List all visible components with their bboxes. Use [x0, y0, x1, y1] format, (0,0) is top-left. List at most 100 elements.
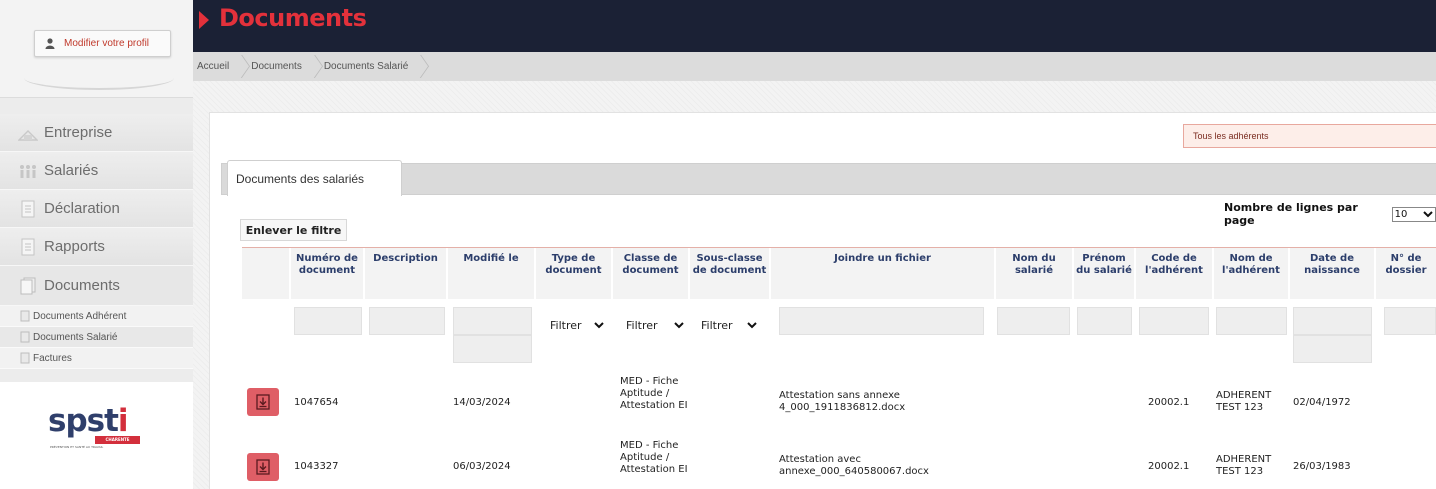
- cell-naissance: 02/04/1972: [1293, 397, 1351, 408]
- document-icon: [20, 352, 30, 364]
- page: Modifier votre profil Entreprise Salarié…: [0, 0, 1436, 489]
- column-header-type[interactable]: Type de document: [536, 253, 611, 277]
- rows-per-page-select[interactable]: 10: [1391, 206, 1436, 222]
- cell-nom-adherent: ADHERENT TEST 123: [1216, 454, 1272, 477]
- download-icon[interactable]: [247, 388, 279, 416]
- sidebar-item-entreprise[interactable]: Entreprise: [0, 114, 193, 152]
- filter-input-prenom-salarie[interactable]: [1077, 307, 1132, 335]
- column-header-numero[interactable]: Numéro de document: [291, 253, 363, 277]
- table-header: Numéro de document Description Modifié l…: [242, 247, 1436, 300]
- filter-input-modifie-from[interactable]: [453, 307, 532, 335]
- breadcrumb: Accueil Documents Documents Salarié: [193, 52, 1436, 81]
- people-icon: [20, 164, 36, 178]
- filter-input-naissance-to[interactable]: [1293, 335, 1372, 363]
- sidebar-subitem-factures[interactable]: Factures: [0, 348, 193, 369]
- document-icon: [20, 310, 30, 322]
- column-header-fichier[interactable]: Joindre un fichier: [771, 253, 994, 265]
- rows-per-page-value: 10: [1394, 208, 1408, 220]
- cell-modifie: 06/03/2024: [453, 461, 511, 472]
- filter-input-fichier[interactable]: [779, 307, 984, 335]
- column-header-prenom-salarie[interactable]: Prénom du salarié: [1074, 253, 1134, 277]
- profile-area: Modifier votre profil: [0, 0, 193, 98]
- breadcrumb-item-documents[interactable]: Documents: [245, 61, 308, 72]
- logo-tagline: PRÉVENTION ET SANTÉ AU TRAVAIL: [50, 445, 104, 449]
- cell-numero: 1043327: [294, 461, 339, 472]
- filter-select-classe[interactable]: Filtrer: [620, 311, 687, 339]
- filter-input-description[interactable]: [369, 307, 445, 335]
- edit-profile-button[interactable]: Modifier votre profil: [34, 30, 171, 57]
- filter-select-value: Filtrer: [550, 318, 582, 332]
- logo-subtitle: CHARENTE: [95, 436, 140, 444]
- rows-per-page-control: Nombre de lignes par page 10: [1224, 201, 1436, 227]
- breadcrumb-separator: [414, 52, 424, 81]
- sidebar-item-rapports[interactable]: Rapports: [0, 228, 193, 266]
- filter-input-code-adherent[interactable]: [1139, 307, 1209, 335]
- sidebar-item-label: Déclaration: [44, 200, 120, 217]
- sidebar-item-label: Entreprise: [44, 124, 113, 141]
- column-header-dossier[interactable]: N° de dossier: [1376, 253, 1436, 277]
- cell-fichier[interactable]: Attestation avec annexe_000_640580067.do…: [779, 454, 959, 478]
- cell-code-adherent: 20002.1: [1148, 397, 1190, 408]
- page-title: Documents: [219, 4, 367, 32]
- cell-fichier[interactable]: Attestation sans annexe 4_000_1911836812…: [779, 390, 959, 414]
- column-header-naissance[interactable]: Date de naissance: [1290, 253, 1374, 277]
- cell-classe: MED - Fiche Aptitude / Attestation EI: [620, 440, 688, 475]
- filter-input-nom-salarie[interactable]: [997, 307, 1070, 335]
- filter-select-value: Filtrer: [626, 318, 658, 332]
- documents-icon: [20, 277, 36, 294]
- column-header-modifie[interactable]: Modifié le: [448, 253, 534, 265]
- sidebar-subnav: Documents Adhérent Documents Salarié Fac…: [0, 306, 193, 369]
- filter-select-type[interactable]: Filtrer: [544, 311, 611, 339]
- table-row: 1047654 14/03/2024 MED - Fiche Aptitude …: [242, 372, 1436, 434]
- filter-input-modifie-to[interactable]: [453, 335, 532, 363]
- column-header-nom-salarie[interactable]: Nom du salarié: [996, 253, 1072, 277]
- tab-documents-salaries[interactable]: Documents des salariés: [227, 160, 402, 196]
- company-logo: spsti CHARENTE PRÉVENTION ET SANTÉ AU TR…: [0, 382, 193, 489]
- user-icon: [45, 38, 55, 49]
- document-icon: [20, 331, 30, 343]
- document-icon: [21, 238, 35, 255]
- filter-input-dossier[interactable]: [1384, 307, 1436, 335]
- column-header-description[interactable]: Description: [365, 253, 446, 265]
- column-header-classe[interactable]: Classe de document: [613, 253, 688, 277]
- remove-filter-button[interactable]: Enlever le filtre: [240, 219, 347, 241]
- sidebar-item-salaries[interactable]: Salariés: [0, 152, 193, 190]
- edit-profile-label: Modifier votre profil: [64, 38, 150, 49]
- building-icon: [18, 129, 38, 141]
- breadcrumb-item-accueil[interactable]: Accueil: [193, 61, 235, 72]
- cell-modifie: 14/03/2024: [453, 397, 511, 408]
- filter-select-sous-classe[interactable]: Filtrer: [695, 311, 765, 339]
- filter-select-value: Filtrer: [701, 318, 733, 332]
- breadcrumb-separator: [308, 52, 318, 81]
- sidebar-item-label: Documents: [44, 277, 120, 294]
- sidebar: Modifier votre profil Entreprise Salarié…: [0, 0, 193, 489]
- sidebar-subitem-documents-salarie[interactable]: Documents Salarié: [0, 327, 193, 348]
- filter-input-numero[interactable]: [294, 307, 362, 335]
- sidebar-subitem-label: Factures: [33, 352, 72, 364]
- column-header-nom-adherent[interactable]: Nom de l'adhérent: [1214, 253, 1288, 277]
- profile-divider: [24, 66, 174, 90]
- chevron-down-icon: [594, 322, 604, 329]
- sidebar-item-documents[interactable]: Documents: [0, 266, 193, 306]
- sidebar-item-declaration[interactable]: Déclaration: [0, 190, 193, 228]
- cell-numero: 1047654: [294, 397, 339, 408]
- table-row: 1043327 06/03/2024 MED - Fiche Aptitude …: [242, 436, 1436, 489]
- sidebar-item-label: Rapports: [44, 238, 105, 255]
- cell-code-adherent: 20002.1: [1148, 461, 1190, 472]
- cell-naissance: 26/03/1983: [1293, 461, 1351, 472]
- sidebar-subitem-documents-adherent[interactable]: Documents Adhérent: [0, 306, 193, 327]
- header-arrow-icon: [199, 11, 209, 29]
- logo-wordmark: spsti: [48, 403, 129, 439]
- adherent-filter-selector[interactable]: Tous les adhérents: [1183, 124, 1436, 148]
- filter-input-nom-adherent[interactable]: [1216, 307, 1287, 335]
- cell-classe: MED - Fiche Aptitude / Attestation EI: [620, 376, 688, 411]
- cell-nom-adherent: ADHERENT TEST 123: [1216, 390, 1272, 413]
- column-header-sous-classe[interactable]: Sous-classe de document: [690, 253, 769, 277]
- download-icon[interactable]: [247, 453, 279, 481]
- column-header-code-adherent[interactable]: Code de l'adhérent: [1136, 253, 1212, 277]
- breadcrumb-item-documents-salarie[interactable]: Documents Salarié: [318, 61, 414, 72]
- chevron-down-icon: [674, 322, 684, 329]
- sidebar-subitem-label: Documents Salarié: [33, 331, 118, 343]
- filter-input-naissance-from[interactable]: [1293, 307, 1372, 335]
- chevron-down-icon: [747, 322, 757, 329]
